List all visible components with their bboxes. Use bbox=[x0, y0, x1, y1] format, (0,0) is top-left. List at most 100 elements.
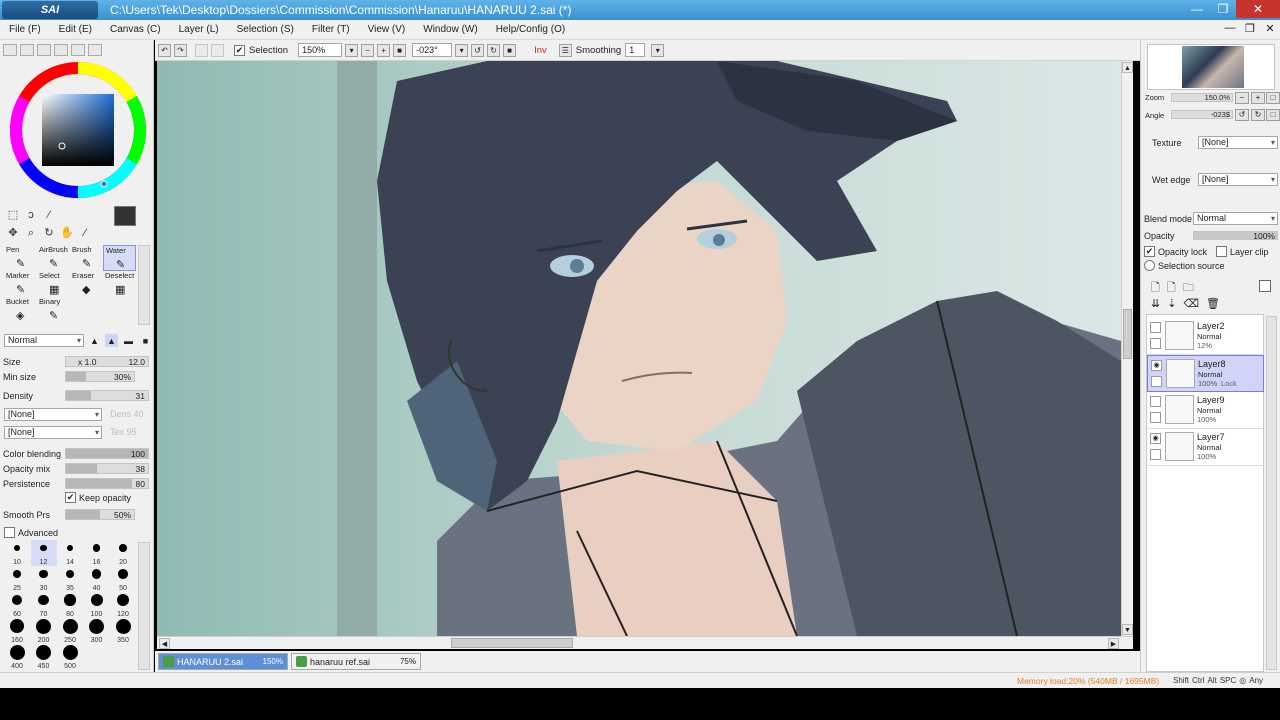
tool-water[interactable]: Water ✎ bbox=[103, 245, 136, 271]
brush-size-preset[interactable]: 20 bbox=[110, 540, 136, 566]
layer-lock-toggle[interactable] bbox=[1150, 338, 1161, 349]
layer-lock-toggle[interactable] bbox=[1150, 449, 1161, 460]
layer-item[interactable]: ◉ Layer8 Normal 100% Lock bbox=[1147, 355, 1264, 392]
brush-size-preset[interactable]: 300 bbox=[84, 618, 110, 644]
opacity-mix-slider[interactable]: 38 bbox=[65, 463, 149, 474]
scratchpad-mode-icon[interactable] bbox=[71, 44, 85, 56]
menu-edit[interactable]: Edit (E) bbox=[50, 24, 101, 35]
magic-wand-icon[interactable]: ⁄ bbox=[42, 208, 56, 222]
visibility-eye-icon[interactable] bbox=[1150, 322, 1161, 333]
layer-opacity-slider[interactable]: 100% bbox=[1193, 231, 1278, 241]
nav-zoom-in-icon[interactable]: + bbox=[1251, 92, 1265, 104]
rotate-left-icon[interactable]: ↺ bbox=[471, 43, 485, 57]
brush-blend-mode-select[interactable]: Normal bbox=[4, 334, 84, 347]
tool-brush[interactable]: Brush ✎ bbox=[70, 245, 103, 271]
layer-lock-toggle[interactable] bbox=[1150, 412, 1161, 423]
brush-size-preset[interactable]: 10 bbox=[4, 540, 30, 566]
merge-down-icon[interactable]: ⇣ bbox=[1167, 297, 1176, 310]
drawing-canvas[interactable] bbox=[157, 61, 1121, 636]
canvas-horizontal-scrollbar[interactable]: ◀ ▶ bbox=[157, 636, 1133, 649]
brush-size-scrollbar[interactable] bbox=[138, 542, 150, 670]
stabilizer-icon[interactable]: ☰ bbox=[558, 43, 572, 57]
doc-close-button[interactable]: ✕ bbox=[1260, 22, 1280, 35]
deselect-button-icon[interactable] bbox=[195, 43, 208, 57]
nav-zoom-out-icon[interactable]: − bbox=[1235, 92, 1249, 104]
undo-icon[interactable]: ↶ bbox=[158, 43, 171, 57]
scroll-right-arrow-icon[interactable]: ▶ bbox=[1108, 638, 1119, 649]
move-icon[interactable]: ✥ bbox=[6, 226, 20, 240]
brush-size-preset[interactable]: 500 bbox=[57, 644, 83, 670]
close-button[interactable]: ✕ bbox=[1236, 0, 1280, 18]
brush-size-preset[interactable]: 160 bbox=[4, 618, 30, 644]
rect-select-icon[interactable]: ⬚ bbox=[6, 208, 20, 222]
transfer-down-icon[interactable]: ⇊ bbox=[1151, 297, 1160, 310]
brush-shape-round-icon[interactable]: ▲ bbox=[105, 334, 118, 347]
brush-size-preset[interactable]: 450 bbox=[31, 644, 57, 670]
zoom-icon[interactable]: ⌕ bbox=[24, 226, 38, 240]
swatches-mode-icon[interactable] bbox=[54, 44, 68, 56]
menu-window[interactable]: Window (W) bbox=[414, 24, 486, 35]
brush-size-preset[interactable]: 14 bbox=[57, 540, 83, 566]
angle-input[interactable]: -023° bbox=[412, 43, 453, 57]
brush-size-preset[interactable]: 100 bbox=[84, 592, 110, 618]
layer-lock-toggle[interactable] bbox=[1151, 376, 1162, 387]
menu-view[interactable]: View (V) bbox=[359, 24, 415, 35]
invert-view-button[interactable]: Inv bbox=[534, 45, 547, 56]
tool-binary[interactable]: Binary ✎ bbox=[37, 297, 70, 323]
scroll-down-arrow-icon[interactable]: ▼ bbox=[1122, 624, 1133, 635]
zoom-reset-icon[interactable]: ■ bbox=[393, 43, 407, 57]
nav-rotate-reset-icon[interactable]: □ bbox=[1266, 109, 1280, 121]
persistence-slider[interactable]: 80 bbox=[65, 478, 149, 489]
tool-airbrush[interactable]: AirBrush ✎ bbox=[37, 245, 70, 271]
zoom-in-icon[interactable]: + bbox=[377, 43, 391, 57]
menu-help[interactable]: Help/Config (O) bbox=[487, 24, 574, 35]
layer-blend-mode-select[interactable]: Normal bbox=[1193, 212, 1278, 225]
brush-size-preset[interactable]: 350 bbox=[110, 618, 136, 644]
advanced-checkbox[interactable] bbox=[4, 527, 15, 538]
vertical-scroll-thumb[interactable] bbox=[1123, 309, 1132, 359]
density-slider[interactable]: 31 bbox=[65, 390, 149, 401]
layer-clip-checkbox[interactable] bbox=[1216, 246, 1228, 257]
nav-angle-slider[interactable]: -023$ bbox=[1171, 110, 1233, 119]
brush-shape-square-icon[interactable]: ■ bbox=[139, 334, 152, 347]
color-wheel-mode-icon[interactable] bbox=[3, 44, 17, 56]
min-size-slider[interactable]: 30% bbox=[65, 371, 135, 382]
brush-size-preset[interactable]: 30 bbox=[31, 566, 57, 592]
tool-select[interactable]: Select ▦ bbox=[37, 271, 70, 297]
nav-rotate-left-icon[interactable]: ↺ bbox=[1235, 109, 1249, 121]
rgb-slider-mode-icon[interactable] bbox=[20, 44, 34, 56]
brush-size-preset[interactable]: 12 bbox=[30, 540, 57, 566]
selection-checkbox[interactable]: ✔ bbox=[234, 44, 245, 56]
menu-canvas[interactable]: Canvas (C) bbox=[101, 24, 170, 35]
doc-tab-hanaruu-ref[interactable]: hanaruu ref.sai 75% bbox=[291, 653, 421, 670]
crop-button-icon[interactable] bbox=[211, 43, 224, 57]
color-extra-mode-icon[interactable] bbox=[88, 44, 102, 56]
rotate-right-icon[interactable]: ↻ bbox=[487, 43, 501, 57]
hsv-slider-mode-icon[interactable] bbox=[37, 44, 51, 56]
brush-shape-flat-icon[interactable]: ▲ bbox=[88, 334, 101, 347]
brush-size-preset[interactable]: 25 bbox=[4, 566, 30, 592]
rotate-reset-icon[interactable]: ■ bbox=[503, 43, 517, 57]
tool-pen[interactable]: Pen ✎ bbox=[4, 245, 37, 271]
canvas-vertical-scrollbar[interactable]: ▲ ▼ bbox=[1121, 61, 1133, 636]
visibility-eye-icon[interactable] bbox=[1150, 396, 1161, 407]
doc-restore-button[interactable]: ❐ bbox=[1240, 22, 1260, 35]
zoom-out-icon[interactable]: − bbox=[361, 43, 375, 57]
brush-size-preset[interactable]: 50 bbox=[110, 566, 136, 592]
brush-size-preset[interactable]: 120 bbox=[110, 592, 136, 618]
layer-item[interactable]: Layer9 Normal 100% bbox=[1147, 392, 1264, 429]
brush-size-preset[interactable]: 35 bbox=[57, 566, 83, 592]
brush-size-preset[interactable]: 80 bbox=[57, 592, 83, 618]
visibility-eye-icon[interactable]: ◉ bbox=[1150, 433, 1161, 444]
tool-bucket[interactable]: Bucket ◈ bbox=[4, 297, 37, 323]
brush-size-preset[interactable]: 250 bbox=[57, 618, 83, 644]
nav-zoom-slider[interactable]: 150.0% bbox=[1171, 93, 1233, 102]
menu-layer[interactable]: Layer (L) bbox=[170, 24, 228, 35]
layer-item[interactable]: ◉ Layer7 Normal 100% bbox=[1147, 429, 1264, 466]
selection-source-checkbox[interactable] bbox=[1144, 260, 1155, 271]
texture-select[interactable]: [None] bbox=[1198, 136, 1278, 149]
doc-tab-hanaruu-2[interactable]: HANARUU 2.sai 150% bbox=[158, 653, 288, 670]
scroll-left-arrow-icon[interactable]: ◀ bbox=[159, 638, 170, 649]
brush-texture-2-select[interactable]: [None] bbox=[4, 426, 102, 439]
clear-layer-icon[interactable]: ⌫ bbox=[1183, 297, 1199, 310]
